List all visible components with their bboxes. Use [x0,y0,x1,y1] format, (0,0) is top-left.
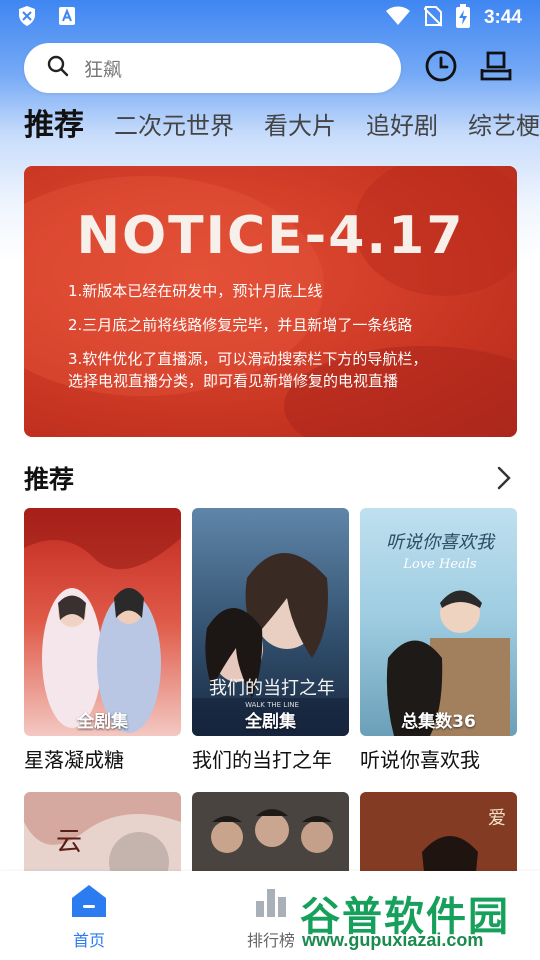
search-input[interactable]: 狂飙 [24,43,401,93]
search-row: 狂飙 [24,42,516,94]
poster-title-art: 听说你喜欢我 [386,532,496,553]
history-clock-icon [424,49,458,87]
video-card[interactable]: 我们的当打之年 WALK THE LINE 全剧集 我们的当打之年 [192,508,349,773]
wifi-icon [385,6,410,30]
tab-label: 看大片 [264,112,336,140]
home-icon [70,885,108,923]
profile-tray-icon [479,49,513,87]
shield-icon [18,5,36,31]
nav-label: 首页 [72,931,105,950]
svg-text:爱: 爱 [488,808,506,829]
banner-line-3: 3.软件优化了直播源，可以滑动搜索栏下方的导航栏， [68,350,428,368]
video-card[interactable]: 全剧集 星落凝成糖 [24,508,181,773]
tab-label: 追好剧 [366,112,438,140]
profile-button[interactable] [476,48,516,88]
notice-banner[interactable]: NOTICE-4.17 1.新版本已经在研发中，预计月底上线 2.三月底之前将线… [24,166,517,437]
tab-active-indicator [38,148,72,164]
poster-subtitle-art: Love Heals [402,557,477,572]
status-time: 3:44 [483,7,522,28]
poster-image[interactable]: 我们的当打之年 WALK THE LINE 全剧集 [192,508,349,736]
video-card-poster-partial[interactable]: 云 [24,792,181,872]
search-icon [46,54,70,82]
tab-movies[interactable]: 看大片 [264,104,336,148]
history-button[interactable] [421,48,461,88]
search-placeholder: 狂飙 [84,58,123,81]
banner-line-1: 1.新版本已经在研发中，预计月底上线 [68,282,323,300]
video-card-poster-partial[interactable]: 爱 [360,792,517,872]
nav-home[interactable]: 首页 [44,883,134,951]
a-badge-icon [58,6,76,30]
no-sim-icon [423,5,443,31]
recommend-section-header: 推荐 [24,458,516,498]
svg-text:云: 云 [56,827,82,857]
chevron-right-icon[interactable] [492,462,516,494]
status-bar: 3:44 [0,0,540,36]
episode-badge: 全剧集 [245,712,296,732]
watermark-url: www.gupuxiazai.com [302,930,484,950]
episode-badge: 总集数36 [401,712,476,732]
tab-label: 推荐 [24,108,84,143]
banner-line-2: 2.三月底之前将线路修复完毕，并且新增了一条线路 [68,316,413,334]
battery-charging-icon [455,4,470,32]
poster-image[interactable]: 听说你喜欢我 Love Heals 总集数36 [360,508,517,736]
tab-series[interactable]: 追好剧 [366,104,438,148]
tab-anime-world[interactable]: 二次元世界 [114,104,234,148]
video-card[interactable]: 听说你喜欢我 Love Heals 总集数36 听说你喜欢我 [360,508,517,773]
site-watermark: 谷普软件园 www.gupuxiazai.com [294,882,540,960]
card-title: 我们的当打之年 [192,748,332,772]
section-title: 推荐 [24,465,75,494]
banner-line-4: 选择电视直播分类，即可看见新增修复的电视直播 [68,372,399,390]
tab-recommend[interactable]: 推荐 [24,104,84,148]
tab-label: 综艺梗 [468,112,540,140]
video-card-poster-partial[interactable] [192,792,349,872]
banner-text: 1.新版本已经在研发中，预计月底上线 2.三月底之前将线路修复完毕，并且新增了一… [68,280,498,404]
card-title: 星落凝成糖 [24,748,124,772]
tab-variety[interactable]: 综艺梗 [468,104,540,148]
bar-chart-icon [252,889,290,923]
episode-badge: 全剧集 [77,712,128,732]
poster-image[interactable]: 全剧集 [24,508,181,736]
poster-title-art: 我们的当打之年 [209,678,335,699]
tab-label: 二次元世界 [114,112,234,140]
card-title: 听说你喜欢我 [360,748,480,772]
banner-title: NOTICE-4.17 [76,206,465,266]
category-tabs: 推荐 二次元世界 看大片 追好剧 综艺梗 [24,104,540,164]
